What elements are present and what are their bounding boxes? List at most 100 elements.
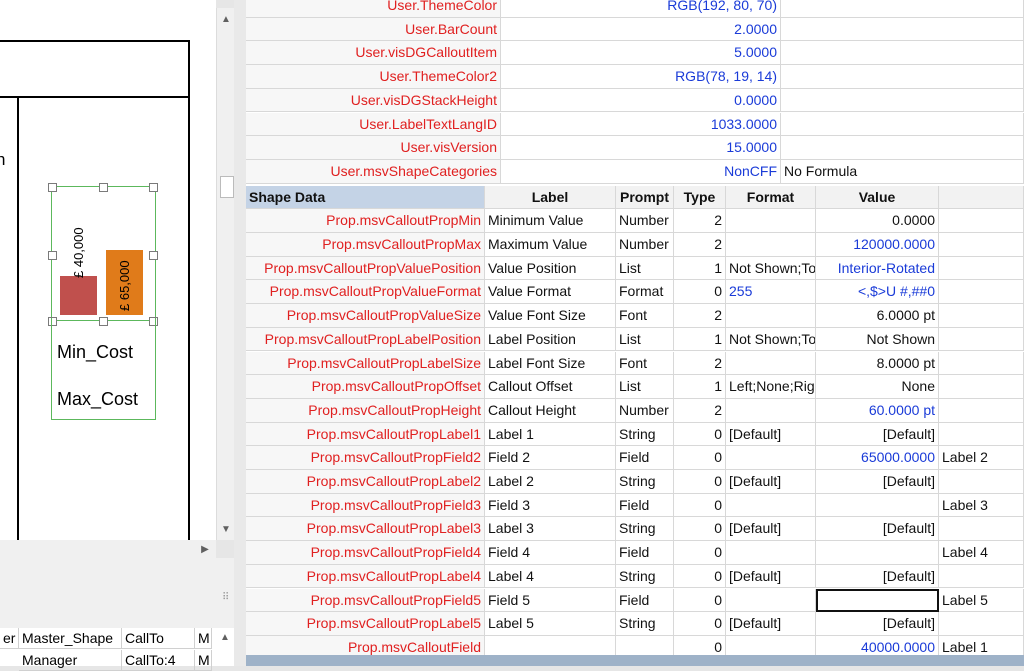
value-cell[interactable]: Interior-Rotated — [816, 256, 939, 281]
label-cell[interactable]: Callout Height — [485, 398, 616, 423]
prompt-cell[interactable]: String — [616, 422, 674, 447]
prompt-cell[interactable]: Format — [616, 280, 674, 305]
type-cell[interactable]: 0 — [674, 446, 726, 470]
format-cell[interactable] — [726, 398, 816, 423]
format-cell[interactable]: [Default] — [726, 564, 816, 589]
cell-value[interactable]: 15.0000 — [501, 136, 781, 160]
value-cell[interactable]: <,$>U #,##0 — [816, 280, 939, 305]
cell-name[interactable]: User.visVersion — [246, 136, 501, 160]
shape-data-row[interactable]: Prop.msvCalloutPropMax Maximum Value Numbe… — [246, 233, 1024, 257]
value-cell[interactable]: [Default] — [816, 517, 939, 542]
label-cell[interactable]: Callout Offset — [485, 375, 616, 399]
prompt-cell[interactable]: String — [616, 517, 674, 542]
resize-grip-icon[interactable]: ⠿ — [222, 592, 229, 603]
cell-extra[interactable] — [781, 0, 1024, 18]
label-cell[interactable]: Value Format — [485, 280, 616, 305]
cell-name[interactable]: User.LabelTextLangID — [246, 112, 501, 137]
cell-name[interactable]: Prop.msvCalloutPropValueSize — [246, 304, 485, 328]
value-cell[interactable] — [816, 541, 939, 565]
user-cell-row[interactable]: User.ThemeColor2 RGB(78, 19, 14) — [246, 65, 1024, 89]
label-cell[interactable]: Label Font Size — [485, 351, 616, 376]
cell-value[interactable]: RGB(192, 80, 70) — [501, 0, 781, 18]
value-cell[interactable]: Not Shown — [816, 327, 939, 352]
cell-value[interactable]: 0.0000 — [501, 88, 781, 113]
shape-data-row[interactable]: Prop.msvCalloutPropField5 Field 5 Field 0 La… — [246, 588, 1024, 613]
label-cell[interactable]: Value Font Size — [485, 304, 616, 328]
format-cell[interactable]: Not Shown;To — [726, 256, 816, 281]
shapesheet-window[interactable]: User.ThemeColor RGB(192, 80, 70) User.BarC… — [246, 0, 1024, 666]
grid-cell[interactable]: Manager — [19, 650, 122, 671]
label-cell[interactable]: Field 5 — [485, 588, 616, 613]
type-cell[interactable]: 2 — [674, 209, 726, 233]
format-cell[interactable] — [726, 541, 816, 565]
shape-data-row[interactable]: Prop.msvCalloutPropLabel1 Label 1 String 0[… — [246, 422, 1024, 447]
type-cell[interactable]: 1 — [674, 327, 726, 352]
label-cell[interactable]: Value Position — [485, 256, 616, 281]
extra-cell[interactable] — [939, 398, 1024, 423]
label-cell[interactable]: Label 4 — [485, 564, 616, 589]
user-cell-row[interactable]: User.visDGStackHeight 0.0000 — [246, 88, 1024, 113]
type-cell[interactable]: 0 — [674, 517, 726, 542]
format-cell[interactable] — [726, 233, 816, 257]
format-cell[interactable] — [726, 446, 816, 470]
cell-name[interactable]: Prop.msvCalloutPropOffset — [246, 375, 485, 399]
shape-data-row[interactable]: Prop.msvCalloutPropField4 Field 4 Field 0 La… — [246, 541, 1024, 565]
type-cell[interactable]: 2 — [674, 398, 726, 423]
scroll-right-icon[interactable]: ▶ — [196, 540, 214, 558]
user-cell-row[interactable]: User.ThemeColor RGB(192, 80, 70) — [246, 0, 1024, 18]
cell-name[interactable]: Prop.msvCalloutPropLabel3 — [246, 517, 485, 542]
format-cell[interactable]: [Default] — [726, 517, 816, 542]
format-cell[interactable]: [Default] — [726, 470, 816, 494]
resize-handle[interactable] — [99, 183, 108, 192]
type-cell[interactable]: 0 — [674, 470, 726, 494]
prompt-cell[interactable]: Number — [616, 398, 674, 423]
prompt-cell[interactable]: List — [616, 375, 674, 399]
value-cell[interactable] — [816, 493, 939, 518]
label-cell[interactable]: Minimum Value — [485, 209, 616, 233]
scrollbar-thumb[interactable] — [220, 176, 234, 198]
shape-data-row[interactable]: Prop.msvCalloutPropValueSize Value Font S… — [246, 304, 1024, 328]
resize-handle[interactable] — [48, 183, 57, 192]
format-cell[interactable]: Left;None;Rig — [726, 375, 816, 399]
external-data-grid[interactable]: er Master_Shape CallTo M Manager CallTo:… — [0, 628, 234, 671]
value-cell[interactable]: None — [816, 375, 939, 399]
value-cell[interactable]: 8.0000 pt — [816, 351, 939, 376]
user-cell-row[interactable]: User.BarCount 2.0000 — [246, 17, 1024, 42]
drawing-horizontal-scrollbar[interactable]: ▶ — [0, 540, 216, 558]
user-cell-row[interactable]: User.visDGCalloutItem 5.0000 — [246, 41, 1024, 66]
format-cell[interactable] — [726, 209, 816, 233]
extra-cell[interactable] — [939, 612, 1024, 636]
value-cell[interactable]: 65000.0000 — [816, 446, 939, 470]
shape-data-row[interactable]: Prop.msvCalloutPropLabel4 Label 4 String 0[… — [246, 564, 1024, 589]
value-cell[interactable]: [Default] — [816, 470, 939, 494]
prompt-cell[interactable]: Field — [616, 493, 674, 518]
type-cell[interactable]: 2 — [674, 304, 726, 328]
shape-data-row[interactable]: Prop.msvCalloutPropLabelPosition Label Po… — [246, 327, 1024, 352]
shape-data-row[interactable]: Prop.msvCalloutPropLabelSize Label Font S… — [246, 351, 1024, 376]
shape-data-row[interactable]: Prop.msvCalloutPropMin Minimum Value Numbe… — [246, 209, 1024, 233]
extra-cell[interactable] — [939, 422, 1024, 447]
label-cell[interactable]: Field 2 — [485, 446, 616, 470]
format-cell[interactable]: 255 — [726, 280, 816, 305]
extra-cell[interactable] — [939, 209, 1024, 233]
label-cell[interactable]: Label 5 — [485, 612, 616, 636]
user-cell-row[interactable]: User.LabelTextLangID 1033.0000 — [246, 112, 1024, 137]
format-cell[interactable] — [726, 493, 816, 518]
cell-name[interactable]: Prop.msvCalloutPropLabelPosition — [246, 327, 485, 352]
extra-cell[interactable] — [939, 375, 1024, 399]
shape-data-row[interactable]: Prop.msvCalloutPropLabel2 Label 2 String 0[… — [246, 470, 1024, 494]
cell-name[interactable]: Prop.msvCalloutPropField2 — [246, 446, 485, 470]
type-cell[interactable]: 0 — [674, 564, 726, 589]
cell-name[interactable]: Prop.msvCalloutPropMin — [246, 209, 485, 233]
user-cell-row[interactable]: User.visVersion 15.0000 — [246, 136, 1024, 160]
cell-extra[interactable]: No Formula — [781, 159, 1024, 184]
cell-name[interactable]: Prop.msvCalloutPropValueFormat — [246, 280, 485, 305]
grid-cell[interactable]: CallTo:4 — [122, 650, 195, 671]
extra-cell[interactable]: Label 5 — [939, 588, 1024, 613]
format-cell[interactable] — [726, 588, 816, 613]
type-cell[interactable]: 2 — [674, 351, 726, 376]
extra-cell[interactable] — [939, 256, 1024, 281]
value-cell[interactable]: [Default] — [816, 612, 939, 636]
cell-name[interactable]: Prop.msvCalloutPropLabelSize — [246, 351, 485, 376]
cell-name[interactable]: Prop.msvCalloutPropLabel1 — [246, 422, 485, 447]
